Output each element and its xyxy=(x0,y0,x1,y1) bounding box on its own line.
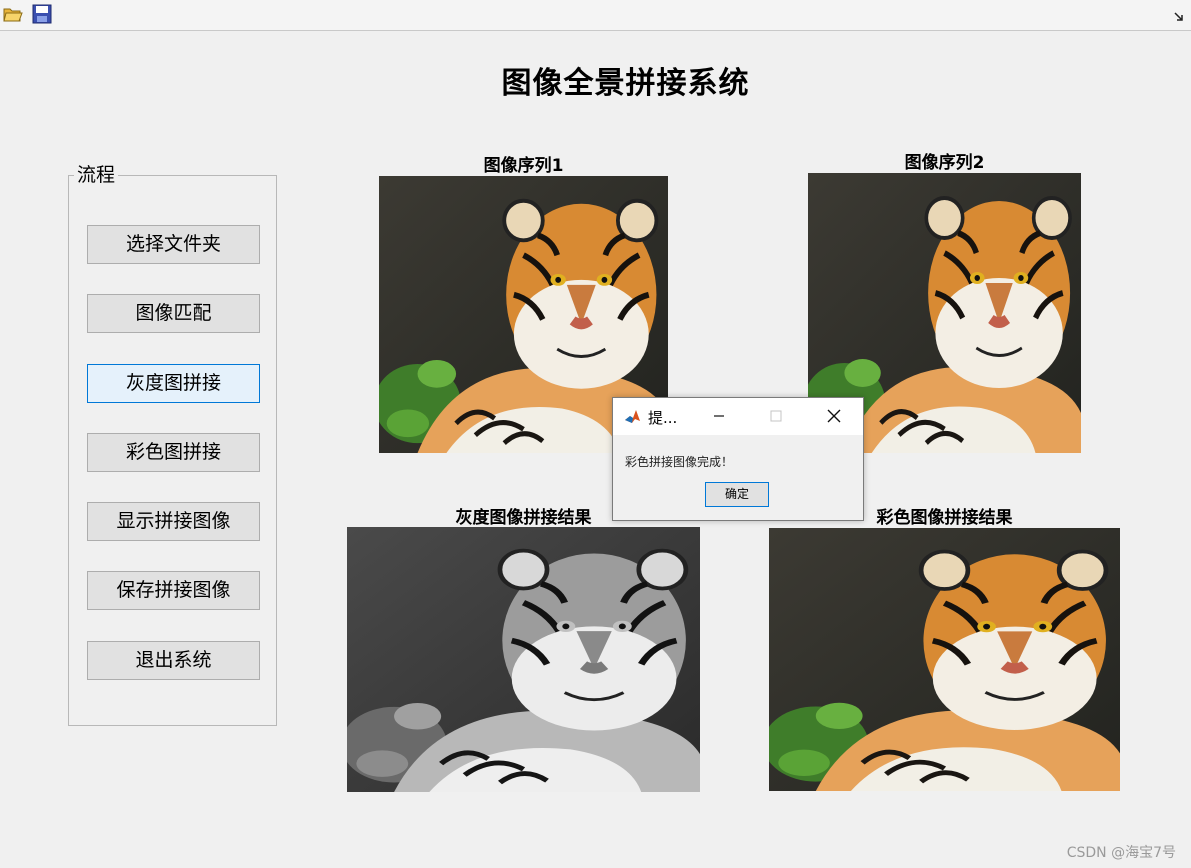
app-title: 图像全景拼接系统 xyxy=(501,66,750,101)
seq2-title: 图像序列2 xyxy=(904,153,985,173)
exit-system-button[interactable]: 退出系统 xyxy=(87,641,260,680)
undock-icon[interactable] xyxy=(1173,8,1185,21)
close-icon[interactable] xyxy=(824,406,844,426)
matlab-icon xyxy=(623,407,642,426)
show-stitched-button[interactable]: 显示拼接图像 xyxy=(87,502,260,541)
select-folder-button[interactable]: 选择文件夹 xyxy=(87,225,260,264)
save-icon[interactable] xyxy=(32,4,52,24)
gray-stitch-result xyxy=(347,527,700,792)
watermark: CSDN @海宝7号 xyxy=(1066,845,1176,861)
process-panel-title: 流程 xyxy=(74,163,119,187)
dialog-titlebar[interactable]: 提... xyxy=(613,398,863,435)
ok-button[interactable]: 确定 xyxy=(705,482,769,507)
minimize-icon[interactable] xyxy=(709,406,729,426)
gray-stitch-button[interactable]: 灰度图拼接 xyxy=(87,364,260,403)
color-stitch-result xyxy=(769,528,1120,791)
seq1-title: 图像序列1 xyxy=(483,156,564,176)
message-dialog: 提... 彩色拼接图像完成！ 确定 xyxy=(612,397,864,521)
color-stitch-button[interactable]: 彩色图拼接 xyxy=(87,433,260,472)
image-match-button[interactable]: 图像匹配 xyxy=(87,294,260,333)
dialog-message: 彩色拼接图像完成！ xyxy=(625,455,734,469)
figure-toolbar xyxy=(0,0,1191,31)
save-stitched-button[interactable]: 保存拼接图像 xyxy=(87,571,260,610)
dialog-title: 提... xyxy=(648,409,678,427)
open-folder-icon[interactable] xyxy=(3,4,23,24)
maximize-icon xyxy=(766,406,786,426)
